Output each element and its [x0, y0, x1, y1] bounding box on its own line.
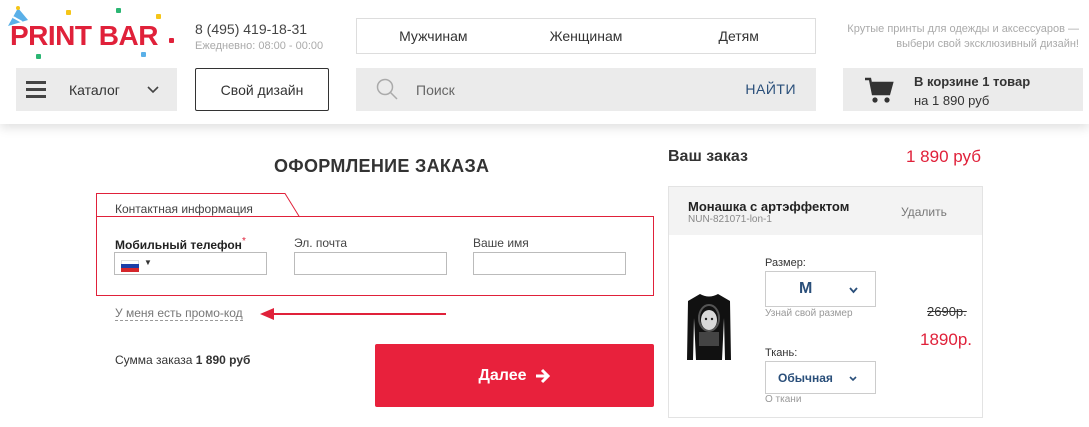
required-mark: * — [241, 236, 246, 247]
search-icon — [376, 78, 398, 100]
fabric-info-link[interactable]: О ткани — [765, 394, 801, 405]
delete-button[interactable]: Удалить — [901, 205, 947, 219]
confetti — [36, 54, 41, 59]
old-price: 2690р. — [927, 304, 967, 319]
next-button-label: Далее — [478, 366, 527, 384]
confetti — [116, 8, 121, 13]
confetti — [156, 14, 161, 19]
cart-sum: на 1 890 руб — [914, 93, 990, 108]
confetti — [141, 52, 146, 57]
search-input[interactable] — [416, 68, 716, 111]
confetti — [169, 38, 174, 43]
logo[interactable]: PRINT BAR — [6, 6, 176, 61]
contact-tab-label: Контактная информация — [115, 202, 253, 216]
size-label: Размер: — [765, 257, 806, 269]
product-sku: NUN-821071-lon-1 — [688, 214, 772, 225]
cart-title: В корзине 1 товар — [914, 74, 1031, 89]
order-sum-label: Сумма заказа — [115, 353, 193, 367]
logo-text: PRINT BAR — [10, 20, 158, 51]
arrow-right-icon — [535, 368, 550, 383]
your-order-total: 1 890 руб — [906, 147, 981, 166]
size-value: M — [799, 280, 813, 297]
phone-label: Мобильный телефон* — [115, 236, 246, 252]
name-field[interactable] — [473, 252, 626, 275]
size-select[interactable]: M — [765, 271, 876, 307]
chevron-down-icon — [849, 287, 858, 294]
order-item-header: Монашка с артэффектом NUN-821071-lon-1 У… — [669, 187, 982, 235]
product-name[interactable]: Монашка с артэффектом — [688, 199, 849, 214]
next-button[interactable]: Далее — [375, 344, 654, 407]
cart-icon — [865, 77, 894, 103]
fabric-select[interactable]: Обычная — [765, 361, 876, 394]
main-nav: Мужчинам Женщинам Детям — [356, 18, 816, 54]
promo-code-link[interactable]: У меня есть промо-код — [115, 306, 243, 321]
order-item-card: Монашка с артэффектом NUN-821071-lon-1 У… — [668, 186, 983, 418]
search-button[interactable]: НАЙТИ — [745, 81, 796, 97]
working-hours: Ежедневно: 08:00 - 00:00 — [195, 40, 324, 52]
phone-label-text: Мобильный телефон — [115, 238, 242, 252]
chevron-down-icon — [849, 376, 857, 382]
russia-flag-icon[interactable] — [121, 260, 139, 272]
site-header: PRINT BAR 8 (495) 419-18-31 Ежедневно: 0… — [0, 0, 1089, 124]
nav-item-men[interactable]: Мужчинам — [357, 19, 510, 53]
tagline: Крутые принты для одежды и аксессуаров —… — [839, 22, 1079, 52]
own-design-button[interactable]: Свой дизайн — [195, 68, 329, 111]
your-order-title: Ваш заказ — [668, 148, 748, 165]
arrow-left-icon — [260, 308, 446, 320]
chevron-down-icon — [147, 86, 159, 94]
email-field[interactable] — [294, 252, 447, 275]
nav-item-kids[interactable]: Детям — [662, 19, 815, 53]
order-sum: Сумма заказа 1 890 руб — [115, 353, 250, 367]
menu-icon — [26, 81, 46, 98]
email-label: Эл. почта — [294, 236, 348, 250]
search-bar: НАЙТИ — [356, 68, 816, 111]
size-guide-link[interactable]: Узнай свой размер — [765, 308, 853, 319]
tagline-line: выбери свой эксклюзивный дизайн! — [896, 38, 1079, 50]
fabric-value: Обычная — [778, 371, 833, 385]
fabric-label: Ткань: — [765, 347, 798, 359]
caret-down-icon[interactable]: ▼ — [144, 258, 152, 267]
product-price: 1890р. — [920, 330, 972, 349]
order-sum-value: 1 890 руб — [195, 353, 251, 367]
phone-number[interactable]: 8 (495) 419-18-31 — [195, 21, 307, 37]
catalog-button[interactable]: Каталог — [16, 68, 177, 111]
cart-button[interactable]: В корзине 1 товар на 1 890 руб — [843, 68, 1083, 111]
nav-item-women[interactable]: Женщинам — [510, 19, 663, 53]
name-label: Ваше имя — [473, 236, 529, 250]
product-image[interactable] — [686, 292, 732, 362]
tagline-line: Крутые принты для одежды и аксессуаров — — [847, 23, 1079, 35]
confetti — [66, 10, 71, 15]
page-title: ОФОРМЛЕНИЕ ЗАКАЗА — [274, 156, 490, 176]
catalog-label: Каталог — [69, 82, 120, 98]
